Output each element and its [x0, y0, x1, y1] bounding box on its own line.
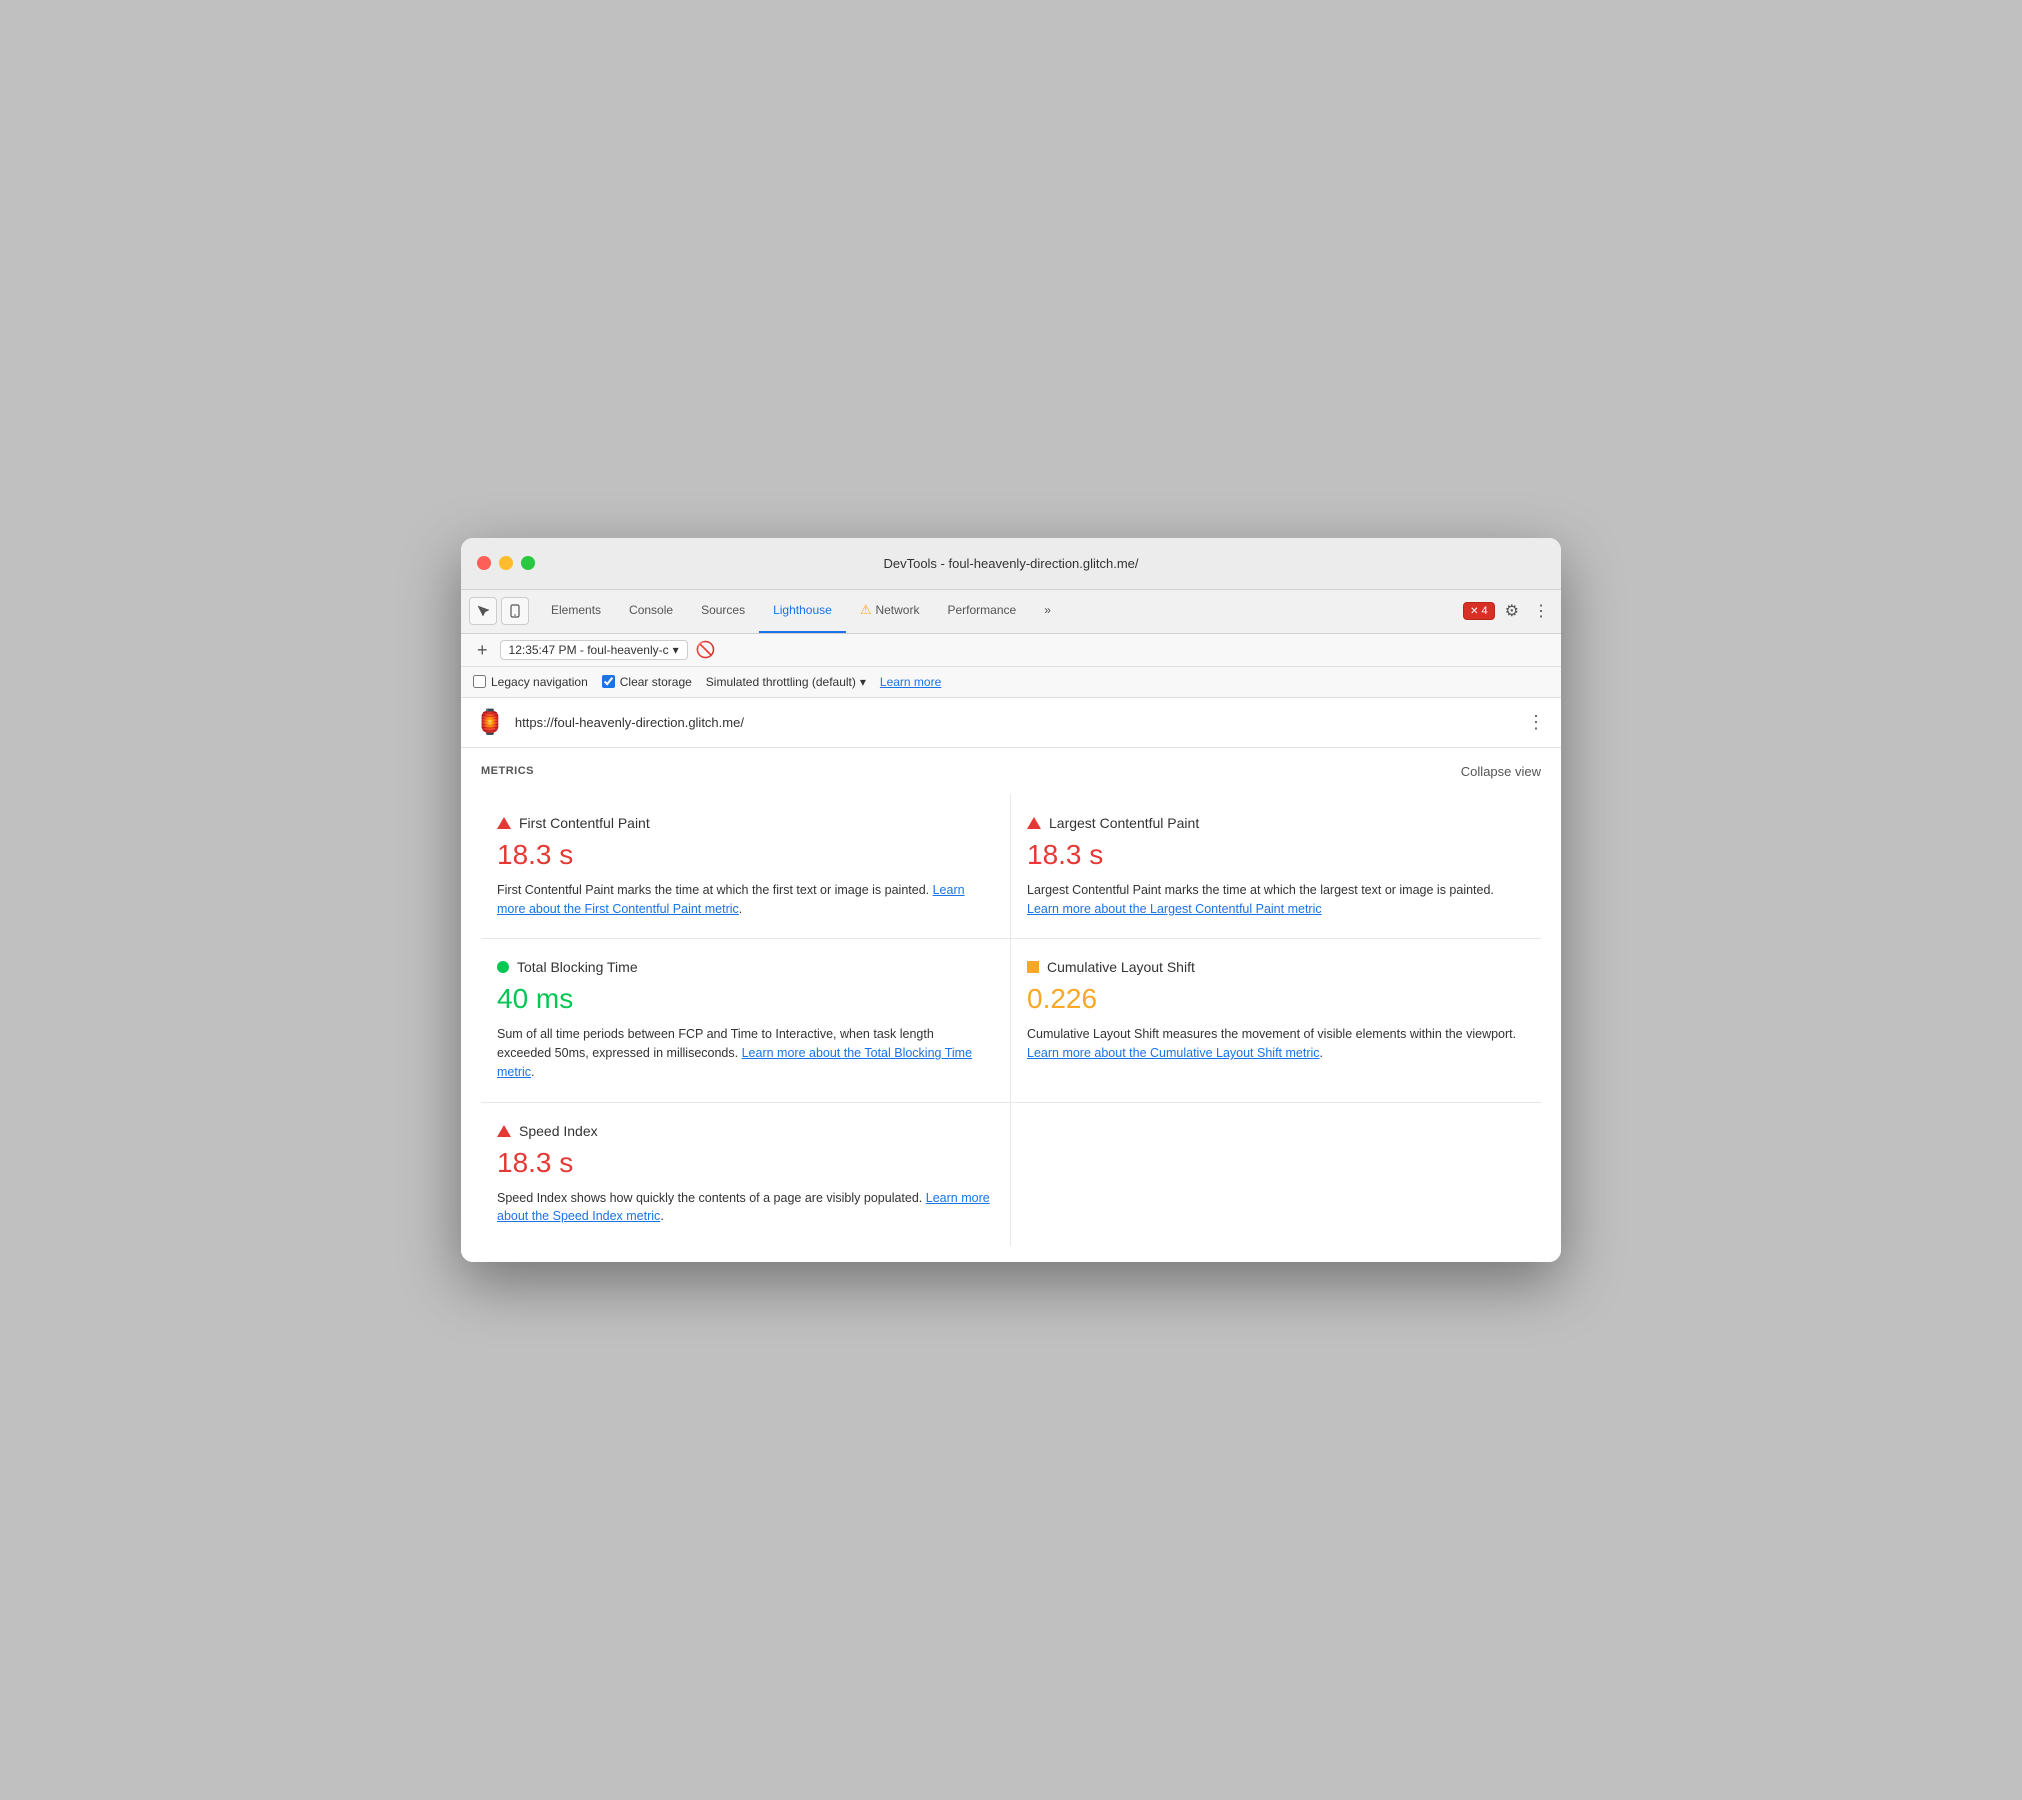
main-content: METRICS Collapse view First Contentful P…	[461, 748, 1561, 1262]
throttle-text: Simulated throttling (default)	[706, 675, 856, 689]
tab-sources[interactable]: Sources	[687, 590, 759, 633]
network-warning-icon: ⚠	[860, 602, 872, 618]
lcp-header: Largest Contentful Paint	[1027, 815, 1521, 831]
metric-lcp: Largest Contentful Paint 18.3 s Largest …	[1011, 795, 1541, 940]
tab-console[interactable]: Console	[615, 590, 687, 633]
devtools-window: DevTools - foul-heavenly-direction.glitc…	[461, 538, 1561, 1262]
si-description: Speed Index shows how quickly the conten…	[497, 1189, 990, 1227]
add-session-button[interactable]: +	[473, 641, 492, 659]
block-icon[interactable]: 🚫	[696, 640, 716, 660]
legacy-nav-label: Legacy navigation	[491, 675, 588, 689]
lcp-value: 18.3 s	[1027, 839, 1521, 871]
url-bar: 🏮 https://foul-heavenly-direction.glitch…	[461, 698, 1561, 748]
si-value: 18.3 s	[497, 1147, 990, 1179]
metric-empty-cell	[1011, 1103, 1541, 1247]
session-info[interactable]: 12:35:47 PM - foul-heavenly-c ▾	[500, 640, 688, 660]
cursor-icon[interactable]	[469, 597, 497, 625]
legacy-nav-checkbox-item[interactable]: Legacy navigation	[473, 675, 588, 689]
close-button[interactable]	[477, 556, 491, 570]
cls-indicator-icon	[1027, 961, 1039, 973]
tab-lighthouse[interactable]: Lighthouse	[759, 590, 846, 633]
maximize-button[interactable]	[521, 556, 535, 570]
lighthouse-logo-icon: 🏮	[475, 708, 505, 737]
cls-name: Cumulative Layout Shift	[1047, 959, 1195, 975]
fcp-header: First Contentful Paint	[497, 815, 990, 831]
fcp-name: First Contentful Paint	[519, 815, 650, 831]
options-bar: Legacy navigation Clear storage Simulate…	[461, 667, 1561, 698]
metric-fcp: First Contentful Paint 18.3 s First Cont…	[481, 795, 1011, 940]
tbt-name: Total Blocking Time	[517, 959, 638, 975]
clear-storage-checkbox[interactable]	[602, 675, 615, 688]
tbt-value: 40 ms	[497, 983, 990, 1015]
clear-storage-label: Clear storage	[620, 675, 692, 689]
fcp-indicator-icon	[497, 817, 511, 829]
window-controls	[477, 556, 535, 570]
session-dropdown-arrow: ▾	[673, 643, 679, 657]
fcp-value: 18.3 s	[497, 839, 990, 871]
metric-speed-index: Speed Index 18.3 s Speed Index shows how…	[481, 1103, 1011, 1247]
metrics-title: METRICS	[481, 765, 534, 777]
metric-cls: Cumulative Layout Shift 0.226 Cumulative…	[1011, 939, 1541, 1102]
toolbar: + 12:35:47 PM - foul-heavenly-c ▾ 🚫	[461, 634, 1561, 667]
metrics-header: METRICS Collapse view	[481, 764, 1541, 779]
lcp-name: Largest Contentful Paint	[1049, 815, 1199, 831]
metrics-grid: First Contentful Paint 18.3 s First Cont…	[481, 795, 1541, 1246]
session-time-label: 12:35:47 PM - foul-heavenly-c	[509, 643, 669, 657]
error-badge[interactable]: ✕ 4	[1463, 602, 1495, 620]
error-count: 4	[1482, 605, 1488, 617]
cls-description: Cumulative Layout Shift measures the mov…	[1027, 1025, 1521, 1063]
collapse-view-button[interactable]: Collapse view	[1461, 764, 1541, 779]
page-url: https://foul-heavenly-direction.glitch.m…	[515, 715, 744, 730]
si-name: Speed Index	[519, 1123, 598, 1139]
minimize-button[interactable]	[499, 556, 513, 570]
learn-more-link[interactable]: Learn more	[880, 675, 941, 689]
lcp-learn-more-link[interactable]: Learn more about the Largest Contentful …	[1027, 902, 1322, 916]
error-x-icon: ✕	[1470, 606, 1478, 617]
url-left: 🏮 https://foul-heavenly-direction.glitch…	[475, 708, 744, 737]
cls-value: 0.226	[1027, 983, 1521, 1015]
more-options-icon[interactable]: ⋮	[1529, 597, 1553, 625]
legacy-nav-checkbox[interactable]	[473, 675, 486, 688]
tabs: Elements Console Sources Lighthouse ⚠ Ne…	[537, 590, 1463, 633]
tabbar-right-actions: ✕ 4 ⚙ ⋮	[1463, 597, 1553, 625]
tab-elements[interactable]: Elements	[537, 590, 615, 633]
throttle-label: Simulated throttling (default) ▾	[706, 675, 866, 689]
metric-tbt: Total Blocking Time 40 ms Sum of all tim…	[481, 939, 1011, 1102]
tabbar-left-icons	[469, 597, 529, 625]
fcp-description: First Contentful Paint marks the time at…	[497, 881, 990, 919]
tbt-indicator-icon	[497, 961, 509, 973]
throttle-dropdown-arrow[interactable]: ▾	[860, 675, 866, 689]
tab-performance[interactable]: Performance	[933, 590, 1030, 633]
settings-icon[interactable]: ⚙	[1501, 597, 1523, 625]
mobile-icon[interactable]	[501, 597, 529, 625]
tab-network[interactable]: ⚠ Network	[846, 590, 934, 633]
si-indicator-icon	[497, 1125, 511, 1137]
tabbar: Elements Console Sources Lighthouse ⚠ Ne…	[461, 590, 1561, 634]
cls-header: Cumulative Layout Shift	[1027, 959, 1521, 975]
tab-more[interactable]: »	[1030, 590, 1065, 633]
si-header: Speed Index	[497, 1123, 990, 1139]
cls-learn-more-link[interactable]: Learn more about the Cumulative Layout S…	[1027, 1046, 1320, 1060]
window-title: DevTools - foul-heavenly-direction.glitc…	[883, 556, 1138, 571]
clear-storage-checkbox-item[interactable]: Clear storage	[602, 675, 692, 689]
lcp-indicator-icon	[1027, 817, 1041, 829]
tbt-header: Total Blocking Time	[497, 959, 990, 975]
titlebar: DevTools - foul-heavenly-direction.glitc…	[461, 538, 1561, 590]
lcp-description: Largest Contentful Paint marks the time …	[1027, 881, 1521, 919]
tbt-description: Sum of all time periods between FCP and …	[497, 1025, 990, 1081]
url-more-options-icon[interactable]: ⋮	[1527, 712, 1547, 733]
